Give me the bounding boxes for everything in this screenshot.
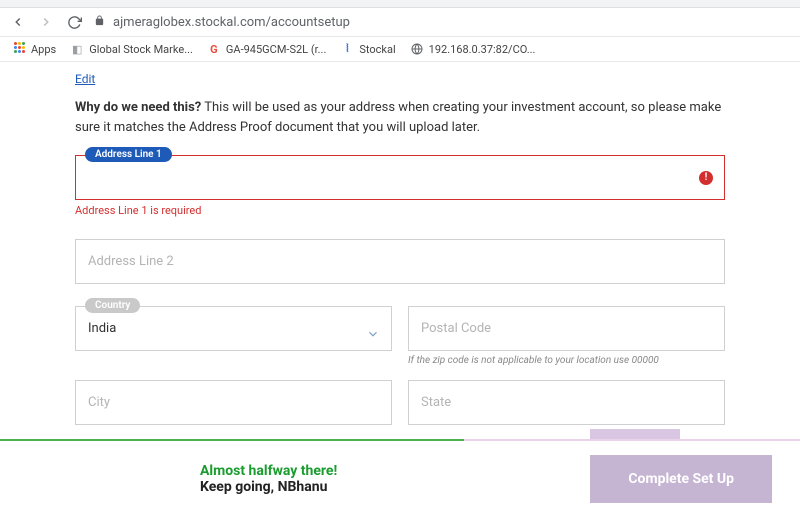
edit-link[interactable]: Edit xyxy=(75,72,95,86)
error-icon: ! xyxy=(699,171,713,185)
apps-icon xyxy=(12,42,26,56)
stockal-icon: ⦚ xyxy=(340,42,354,56)
bookmark-ip[interactable]: 192.168.0.37:82/CO... xyxy=(410,42,536,56)
footer-message: Almost halfway there! Keep going, NBhanu xyxy=(200,463,337,495)
postal-field-wrap: If the zip code is not applicable to you… xyxy=(408,306,725,366)
footer: Almost halfway there! Keep going, NBhanu… xyxy=(0,441,800,523)
address-bar[interactable]: ajmeraglobex.stockal.com/accountsetup xyxy=(94,15,790,30)
bookmark-label: Global Stock Marke... xyxy=(89,43,193,56)
page-icon: ◧ xyxy=(70,42,84,56)
bookmark-global-stock[interactable]: ◧ Global Stock Marke... xyxy=(70,42,193,56)
footer-line1: Almost halfway there! xyxy=(200,463,337,479)
browser-tab-strip xyxy=(0,0,800,8)
address-line-1-input[interactable] xyxy=(75,155,725,200)
address-line-1-label: Address Line 1 xyxy=(85,147,172,162)
footer-wrap: Almost halfway there! Keep going, NBhanu… xyxy=(0,439,800,523)
why-bold: Why do we need this? xyxy=(75,100,201,115)
city-field xyxy=(75,380,392,425)
forward-button[interactable] xyxy=(38,14,54,30)
lock-icon xyxy=(94,15,105,29)
why-text: Why do we need this? This will be used a… xyxy=(75,98,725,137)
city-input[interactable] xyxy=(75,380,392,425)
postal-code-input[interactable] xyxy=(408,306,725,351)
country-field: Country xyxy=(75,306,392,366)
bookmark-label: GA-945GCM-S2L (r... xyxy=(226,43,326,56)
address-line-1-error: Address Line 1 is required xyxy=(75,204,725,217)
back-button[interactable] xyxy=(10,14,26,30)
country-label: Country xyxy=(85,298,140,313)
bookmark-ga[interactable]: G GA-945GCM-S2L (r... xyxy=(207,42,326,56)
complete-setup-button[interactable]: Complete Set Up xyxy=(590,455,772,503)
footer-line2: Keep going, NBhanu xyxy=(200,479,337,495)
bookmark-label: 192.168.0.37:82/CO... xyxy=(429,43,536,56)
bookmark-apps[interactable]: Apps xyxy=(12,42,56,56)
state-field xyxy=(408,380,725,425)
url-text: ajmeraglobex.stockal.com/accountsetup xyxy=(113,15,350,30)
partial-button-peek xyxy=(590,429,680,439)
browser-toolbar: ajmeraglobex.stockal.com/accountsetup xyxy=(0,8,800,37)
address-line-1-field: Address Line 1 ! xyxy=(75,155,725,200)
address-line-2-input[interactable] xyxy=(75,239,725,284)
bookmark-stockal[interactable]: ⦚ Stockal xyxy=(340,42,395,56)
form-content: Edit Why do we need this? This will be u… xyxy=(55,62,745,425)
postal-helper: If the zip code is not applicable to you… xyxy=(408,355,725,366)
bookmark-label: Stockal xyxy=(359,43,395,56)
bookmark-label: Apps xyxy=(31,43,56,56)
reload-button[interactable] xyxy=(66,14,82,30)
globe-icon xyxy=(410,42,424,56)
gigabyte-icon: G xyxy=(207,42,221,56)
bookmarks-bar: Apps ◧ Global Stock Marke... G GA-945GCM… xyxy=(0,37,800,62)
state-input[interactable] xyxy=(408,380,725,425)
address-line-2-field xyxy=(75,239,725,284)
